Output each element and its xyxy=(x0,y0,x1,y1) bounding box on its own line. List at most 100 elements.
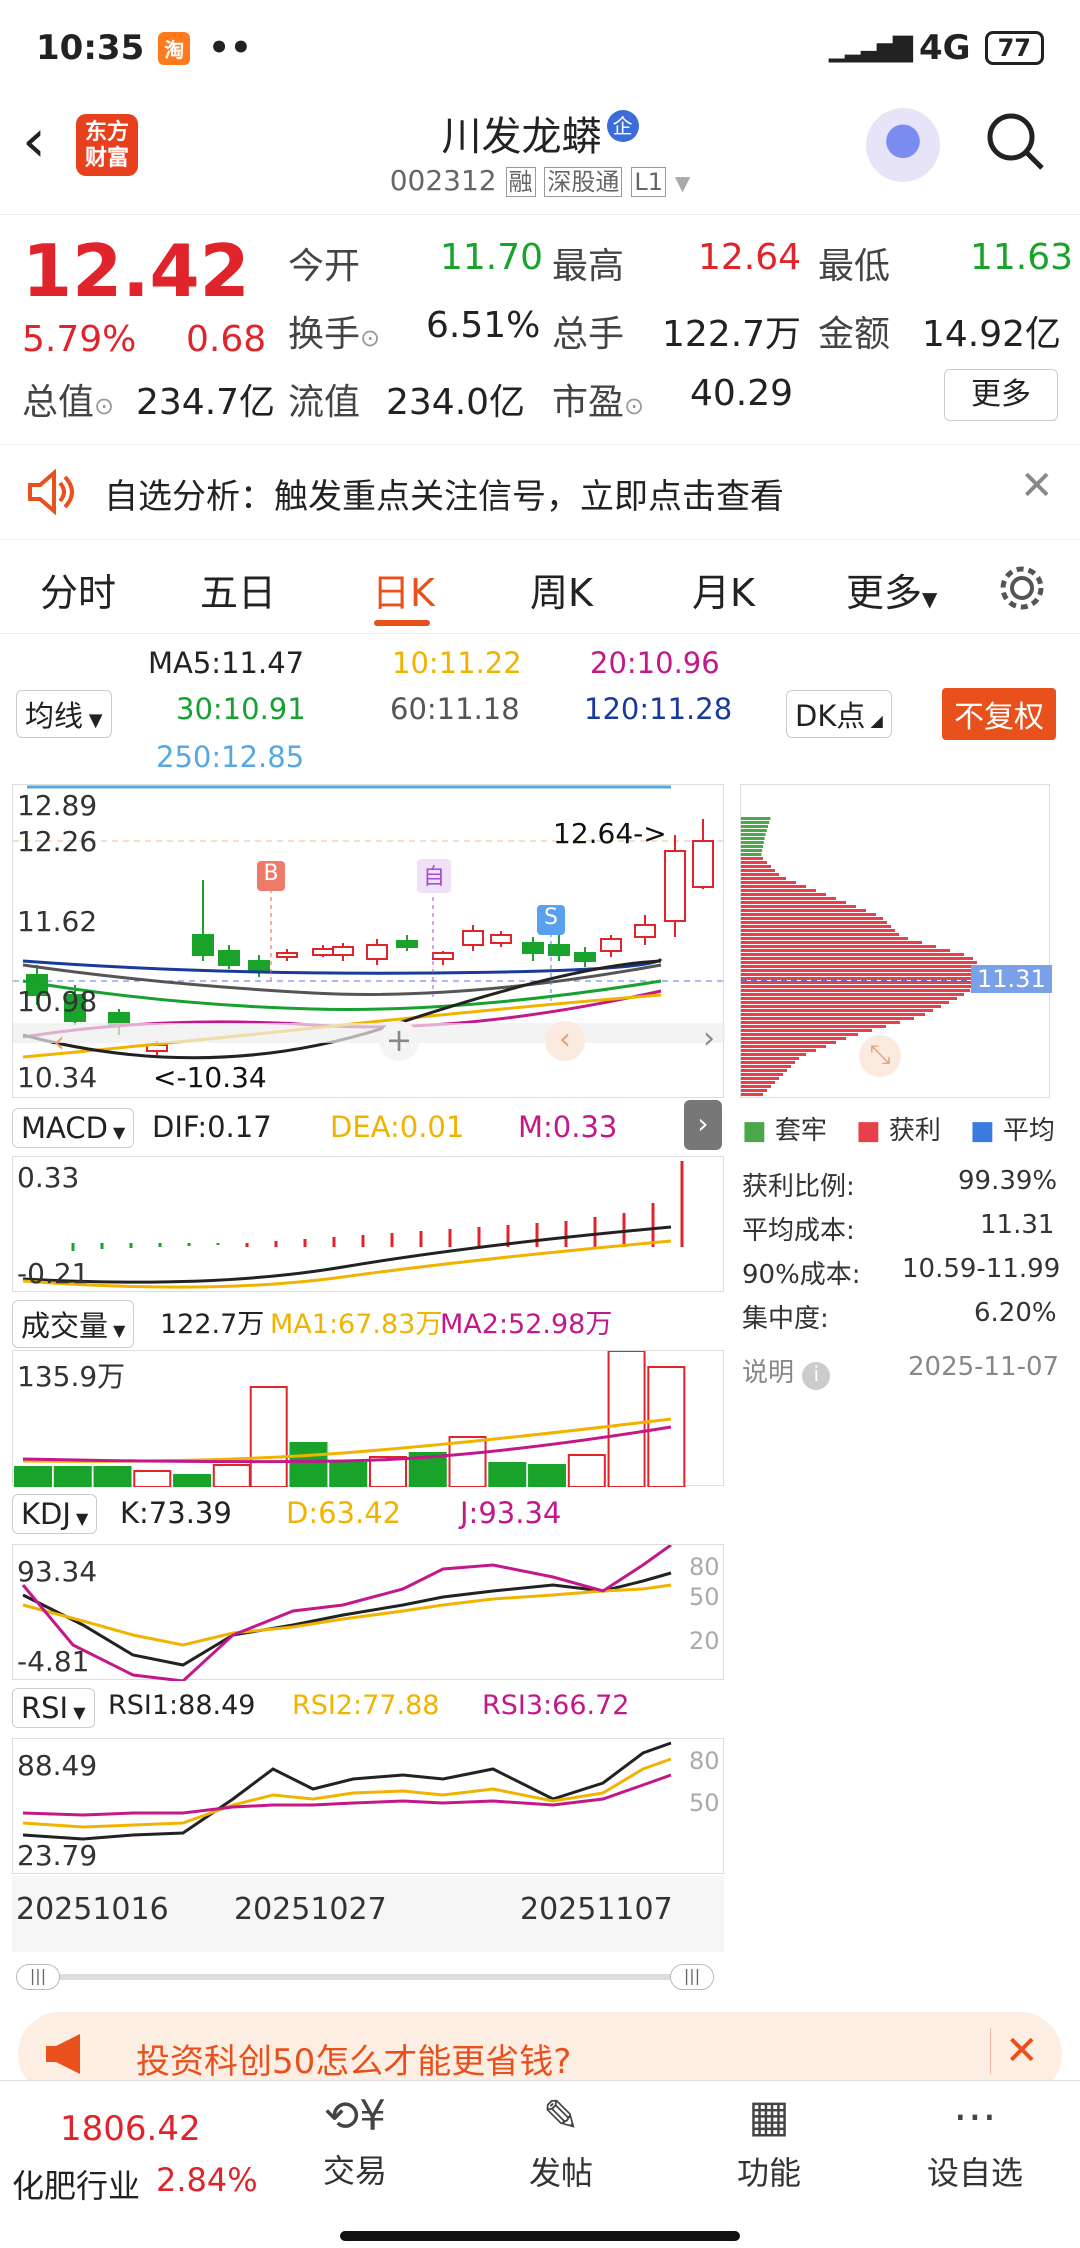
kline-chart[interactable]: 12.89 12.26 11.62 10.98 10.34 12.64-> <-… xyxy=(12,784,725,1098)
chip-bar xyxy=(741,977,988,980)
range-handle-right[interactable]: ||| xyxy=(670,1964,714,1990)
ma10-value: 10:11.22 xyxy=(392,646,522,680)
rsi-selector[interactable]: RSI ▼ xyxy=(12,1688,95,1728)
battery-icon: 77 xyxy=(984,31,1044,65)
chip-bar xyxy=(741,1005,941,1008)
chip-bar xyxy=(741,1001,949,1004)
chip-date: 2025-11-07 xyxy=(908,1352,1060,1382)
dk-point-selector[interactable]: DK点 ◢ xyxy=(786,690,892,738)
macd-dif: DIF:0.17 xyxy=(152,1110,272,1144)
tab-five-day[interactable]: 五日 xyxy=(200,562,276,617)
volume-bar xyxy=(249,1386,288,1488)
chip-bar xyxy=(741,1017,914,1020)
industry-name[interactable]: 化肥行业 xyxy=(12,2161,140,2207)
robot-avatar-icon[interactable] xyxy=(866,108,940,182)
macd-dea: DEA:0.01 xyxy=(330,1110,465,1144)
gear-icon[interactable] xyxy=(996,562,1048,623)
range-slider[interactable]: ||| ||| xyxy=(16,1962,720,1992)
chip-bar xyxy=(741,845,763,848)
scroll-left-icon[interactable]: ‹ xyxy=(53,1025,65,1060)
buy-marker[interactable]: B xyxy=(257,861,285,891)
volume-bar xyxy=(173,1474,212,1488)
info-icon: i xyxy=(802,1362,831,1390)
kdj-plot xyxy=(21,1543,672,1683)
stat-label-90-cost: 90%成本: xyxy=(742,1260,861,1290)
nav-functions[interactable]: ▦ 功能 xyxy=(694,2091,844,2194)
change-pct: 5.79% xyxy=(22,319,137,360)
trade-icon: ⟲¥ xyxy=(324,2091,386,2140)
zoom-left-icon[interactable]: ‹ xyxy=(545,1021,585,1061)
crosshair-icon[interactable]: + xyxy=(379,1021,419,1061)
chip-bar xyxy=(741,893,826,896)
field-value-low: 11.63 xyxy=(970,237,1074,278)
chip-bar xyxy=(741,909,866,912)
volume-chart[interactable]: 135.9万 xyxy=(12,1350,724,1488)
volume-bar xyxy=(329,1462,368,1488)
nav-trade[interactable]: ⟲¥ 交易 xyxy=(280,2091,430,2192)
chip-bar xyxy=(741,985,976,988)
self-select-marker[interactable]: 自 xyxy=(417,859,451,893)
low-price-label: <-10.34 xyxy=(153,1061,267,1094)
search-icon[interactable] xyxy=(984,110,1044,170)
sell-marker[interactable]: S xyxy=(537,905,565,935)
rsi-chart[interactable]: 88.49 23.79 80 50 xyxy=(12,1738,724,1874)
chip-distribution[interactable]: 11.31 ⤡ xyxy=(740,784,1052,1098)
nav-add-watchlist[interactable]: ⋯ 设自选 xyxy=(900,2091,1050,2194)
ad-text: 投资科创50怎么才能更省钱? xyxy=(136,2042,572,2082)
legend-average: ■ 平均 xyxy=(970,1116,1055,1146)
tab-daily-k[interactable]: 日K xyxy=(372,562,435,617)
chip-bar xyxy=(741,921,887,924)
chip-bar xyxy=(741,881,796,884)
chip-bar xyxy=(741,889,816,892)
adjust-button[interactable]: 不复权 xyxy=(942,688,1056,740)
candle-body xyxy=(634,924,656,938)
macd-selector[interactable]: MACD ▼ xyxy=(12,1108,135,1148)
field-label-volume: 总手 xyxy=(552,314,625,355)
chip-bar xyxy=(741,901,846,904)
candle-body xyxy=(574,952,596,962)
indicator-expand-icon[interactable]: › xyxy=(684,1100,722,1150)
tab-weekly-k[interactable]: 周K xyxy=(530,562,593,617)
expand-icon[interactable]: ⤡ xyxy=(859,1035,901,1077)
chip-bar xyxy=(741,1077,779,1080)
chip-bar xyxy=(741,849,763,852)
zoom-right-icon[interactable]: › xyxy=(703,1021,715,1056)
volume-bar xyxy=(289,1442,328,1488)
kdj-selector[interactable]: KDJ ▼ xyxy=(12,1494,98,1534)
chip-bar xyxy=(741,841,764,844)
ma-selector[interactable]: 均线 ▼ xyxy=(16,690,112,738)
tab-more[interactable]: 更多▼ xyxy=(846,562,937,617)
macd-chart[interactable]: 0.33 -0.21 xyxy=(12,1156,724,1292)
stat-value-concentration: 6.20% xyxy=(974,1298,1057,1328)
chip-bar xyxy=(741,1093,763,1096)
chip-bar xyxy=(741,821,770,824)
stock-code: 002312 xyxy=(389,164,497,197)
close-icon[interactable]: ✕ xyxy=(1020,463,1054,509)
chip-bar xyxy=(741,913,876,916)
tab-monthly-k[interactable]: 月K xyxy=(692,562,755,617)
chip-bar xyxy=(741,929,895,932)
range-handle-left[interactable]: ||| xyxy=(16,1964,60,1990)
kdj-chart[interactable]: 93.34 -4.81 80 50 20 xyxy=(12,1543,724,1683)
ad-close-icon[interactable]: ✕ xyxy=(990,2028,1039,2074)
candle-body xyxy=(366,944,388,960)
volume-selector[interactable]: 成交量 ▼ xyxy=(12,1300,135,1348)
bottom-nav: 1806.42 化肥行业 2.84% ⟲¥ 交易 ✎ 发帖 ▦ 功能 ⋯ 设自选 xyxy=(0,2080,1080,2248)
chip-note[interactable]: 说明 i xyxy=(742,1352,831,1390)
kdj-tick-20: 20 xyxy=(689,1627,720,1655)
chevron-down-icon[interactable]: ▼ xyxy=(675,171,690,195)
analysis-banner[interactable]: 自选分析：触发重点关注信号，立即点击查看 ✕ xyxy=(0,444,1080,540)
tag-sgt: 深股通 xyxy=(544,167,623,197)
date-label-3: 20251107 xyxy=(520,1892,673,1927)
status-bar: 10:35 淘 •• ▁▂▃▅▇ 4G 77 xyxy=(0,0,1080,96)
nav-post[interactable]: ✎ 发帖 xyxy=(486,2091,636,2194)
signal-icon: ▁▂▃▅▇ xyxy=(829,33,913,63)
chip-bar xyxy=(741,1045,826,1048)
tab-intraday[interactable]: 分时 xyxy=(40,562,116,617)
chip-bar xyxy=(741,925,891,928)
field-label-pe: 市盈⊙ xyxy=(552,382,645,423)
chip-bar xyxy=(741,965,981,968)
more-button[interactable]: 更多 xyxy=(944,369,1058,421)
ma5-value: MA5:11.47 xyxy=(148,646,305,680)
kdj-tick-50: 50 xyxy=(689,1583,720,1611)
